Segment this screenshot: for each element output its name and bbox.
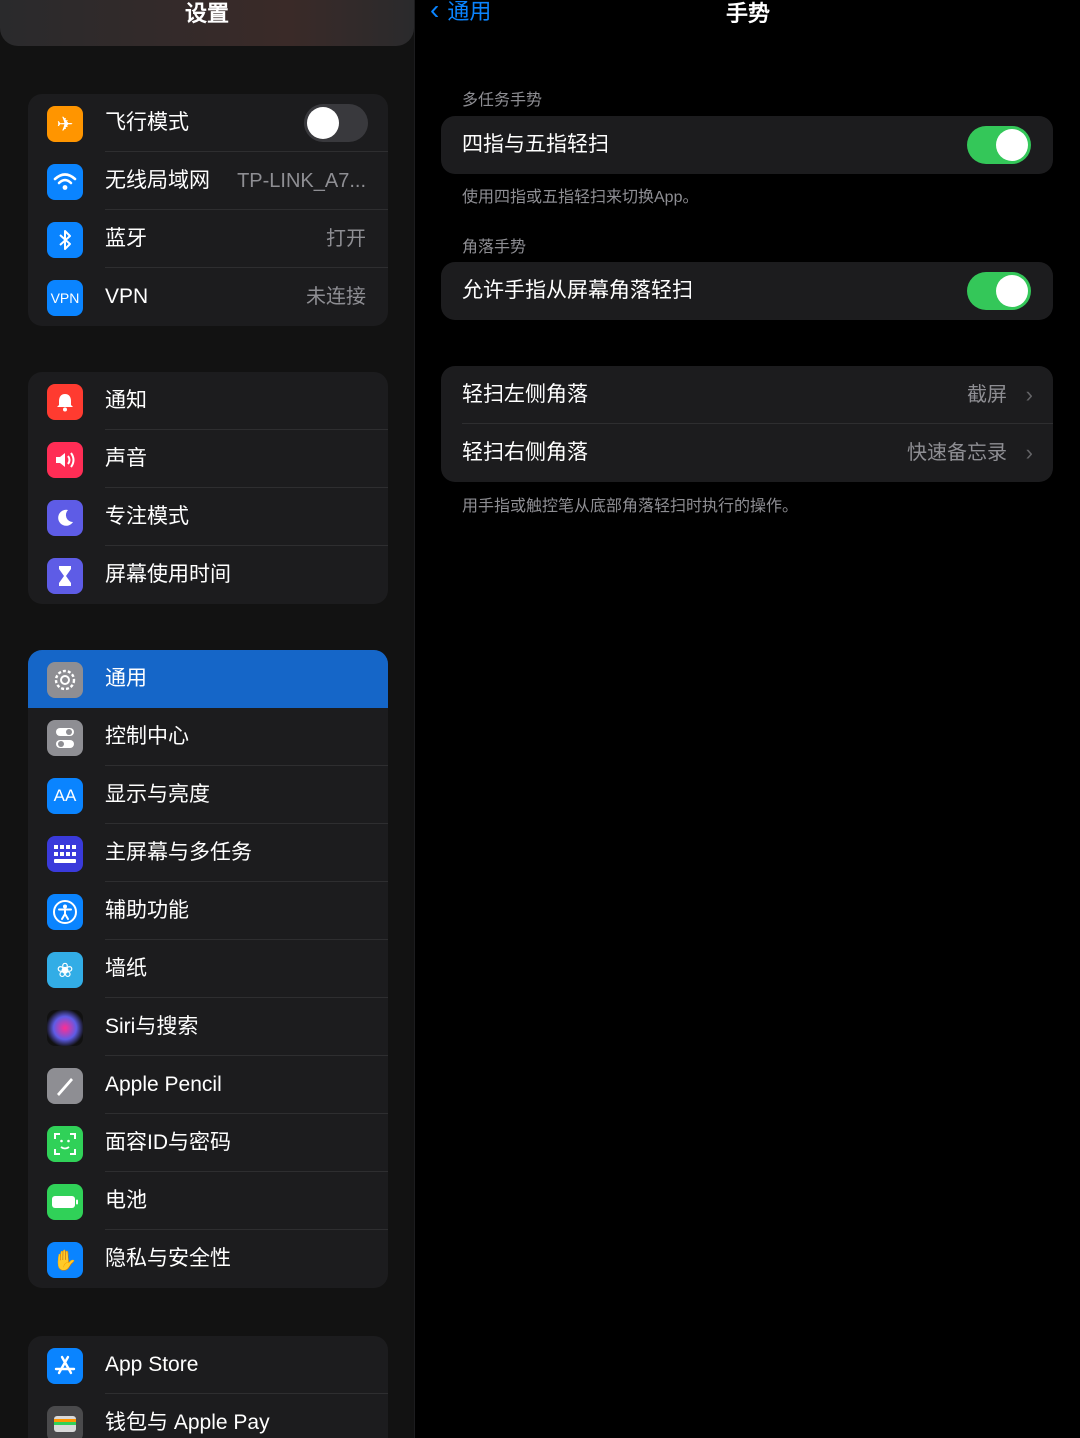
multitasking-gestures-header: 多任务手势 (462, 92, 543, 109)
right-corner-swipe-value: 快速备忘录 (907, 442, 1007, 464)
left-corner-swipe-label: 轻扫左侧角落 (462, 383, 588, 406)
sidebar-item-label: 控制中心 (105, 725, 189, 748)
sidebar-item-label: App Store (105, 1353, 199, 1376)
sidebar-item-label: 显示与亮度 (105, 783, 210, 806)
accessibility-icon (47, 894, 83, 930)
notifications-group: 通知 声音 专注模式 屏幕使用时间 (28, 372, 388, 604)
sidebar-item-label: 无线局域网 (105, 169, 210, 192)
vpn-icon: VPN (47, 280, 83, 316)
corner-gestures-group: 允许手指从屏幕角落轻扫 (441, 262, 1053, 320)
sidebar-item-label: 墙纸 (105, 957, 147, 980)
right-corner-swipe-row[interactable]: 轻扫右侧角落 快速备忘录 › (441, 424, 1053, 482)
sidebar-item-sounds[interactable]: 声音 (28, 430, 388, 488)
store-group: App Store 钱包与 Apple Pay (28, 1336, 388, 1438)
left-corner-swipe-value: 截屏 (967, 384, 1007, 406)
right-corner-swipe-label: 轻扫右侧角落 (462, 441, 588, 464)
sidebar-item-label: 通用 (105, 667, 147, 690)
siri-icon (47, 1010, 83, 1046)
general-group: 通用 控制中心 AA 显示与亮度 主屏幕与多任务 辅助功能 ❀ 墙纸 Siri与… (28, 650, 388, 1288)
settings-sidebar: 设置 ✈ 飞行模式 无线局域网 TP-LINK_A7... 蓝牙 打开 VPN (0, 0, 414, 1438)
corner-actions-group: 轻扫左侧角落 截屏 › 轻扫右侧角落 快速备忘录 › (441, 366, 1053, 482)
four-five-finger-swipe-toggle[interactable] (967, 126, 1031, 164)
sidebar-item-label: 蓝牙 (105, 227, 147, 250)
vpn-status-value: 未连接 (306, 286, 366, 308)
sidebar-item-bluetooth[interactable]: 蓝牙 打开 (28, 210, 388, 268)
allow-corner-swipe-toggle[interactable] (967, 272, 1031, 310)
sidebar-item-apple-pencil[interactable]: Apple Pencil (28, 1056, 388, 1114)
sidebar-item-focus[interactable]: 专注模式 (28, 488, 388, 546)
back-button[interactable]: ‹ 通用 (430, 0, 491, 26)
switches-icon (47, 720, 83, 756)
bluetooth-status-value: 打开 (326, 228, 366, 250)
sidebar-title: 设置 (184, 1, 229, 26)
sidebar-item-label: 隐私与安全性 (105, 1247, 231, 1270)
allow-corner-swipe-row: 允许手指从屏幕角落轻扫 (441, 262, 1053, 320)
sidebar-item-vpn[interactable]: VPN VPN 未连接 (28, 268, 388, 326)
wifi-icon (47, 164, 83, 200)
text-size-icon: AA (47, 778, 83, 814)
sidebar-item-display-brightness[interactable]: AA 显示与亮度 (28, 766, 388, 824)
sidebar-item-face-id-passcode[interactable]: 面容ID与密码 (28, 1114, 388, 1172)
sidebar-item-notifications[interactable]: 通知 (28, 372, 388, 430)
airplane-mode-toggle[interactable] (304, 104, 368, 142)
sidebar-item-privacy-security[interactable]: ✋ 隐私与安全性 (28, 1230, 388, 1288)
sidebar-item-label: 通知 (105, 389, 147, 412)
sidebar-item-airplane-mode[interactable]: ✈ 飞行模式 (28, 94, 388, 152)
chevron-right-icon: › (1025, 440, 1033, 465)
moon-icon (47, 500, 83, 536)
sidebar-item-label: Apple Pencil (105, 1073, 222, 1096)
wallet-icon (47, 1406, 83, 1438)
multitasking-footer: 使用四指或五指轻扫来切换App。 (462, 189, 699, 206)
sidebar-item-label: 屏幕使用时间 (105, 563, 231, 586)
app-store-icon (47, 1348, 83, 1384)
hand-icon: ✋ (47, 1242, 83, 1278)
app-grid-icon (47, 836, 83, 872)
gear-icon (47, 662, 83, 698)
airplane-icon: ✈ (47, 106, 83, 142)
sidebar-item-label: 声音 (105, 447, 147, 470)
allow-corner-swipe-label: 允许手指从屏幕角落轻扫 (462, 279, 693, 302)
sidebar-item-app-store[interactable]: App Store (28, 1336, 388, 1394)
sidebar-item-control-center[interactable]: 控制中心 (28, 708, 388, 766)
face-id-icon (47, 1126, 83, 1162)
notification-bell-icon (47, 384, 83, 420)
sidebar-item-label: 飞行模式 (105, 111, 189, 134)
sidebar-item-label: Siri与搜索 (105, 1015, 199, 1038)
sidebar-item-label: 主屏幕与多任务 (105, 841, 252, 864)
sidebar-item-battery[interactable]: 电池 (28, 1172, 388, 1230)
wifi-network-value: TP-LINK_A7... (237, 170, 366, 192)
corner-gestures-header: 角落手势 (462, 239, 527, 256)
sidebar-item-siri-search[interactable]: Siri与搜索 (28, 998, 388, 1056)
sidebar-item-label: 辅助功能 (105, 899, 189, 922)
bluetooth-icon (47, 222, 83, 258)
sidebar-item-label: 面容ID与密码 (105, 1131, 231, 1154)
sidebar-item-label: VPN (105, 285, 149, 308)
sidebar-item-screen-time[interactable]: 屏幕使用时间 (28, 546, 388, 604)
corner-actions-footer: 用手指或触控笔从底部角落轻扫时执行的操作。 (462, 498, 799, 515)
sidebar-item-label: 专注模式 (105, 505, 189, 528)
four-five-finger-swipe-label: 四指与五指轻扫 (462, 133, 609, 156)
connectivity-group: ✈ 飞行模式 无线局域网 TP-LINK_A7... 蓝牙 打开 VPN VPN… (28, 94, 388, 326)
left-corner-swipe-row[interactable]: 轻扫左侧角落 截屏 › (441, 366, 1053, 424)
flower-icon: ❀ (47, 952, 83, 988)
chevron-right-icon: › (1025, 382, 1033, 407)
hourglass-icon (47, 558, 83, 594)
back-button-label: 通用 (447, 0, 492, 24)
sidebar-item-accessibility[interactable]: 辅助功能 (28, 882, 388, 940)
battery-icon (47, 1184, 83, 1220)
sidebar-item-wallet-apple-pay[interactable]: 钱包与 Apple Pay (28, 1394, 388, 1438)
sidebar-item-general[interactable]: 通用 (28, 650, 388, 708)
sidebar-item-wifi[interactable]: 无线局域网 TP-LINK_A7... (28, 152, 388, 210)
page-title: 手势 (725, 1, 770, 26)
split-divider (414, 0, 415, 1438)
sidebar-item-home-screen-multitasking[interactable]: 主屏幕与多任务 (28, 824, 388, 882)
sidebar-item-label: 钱包与 Apple Pay (105, 1411, 270, 1434)
multitasking-gestures-group: 四指与五指轻扫 (441, 116, 1053, 174)
chevron-left-icon: ‹ (430, 0, 440, 25)
speaker-icon (47, 442, 83, 478)
four-five-finger-swipe-row: 四指与五指轻扫 (441, 116, 1053, 174)
sidebar-item-label: 电池 (105, 1189, 147, 1212)
pencil-icon (47, 1068, 83, 1104)
sidebar-item-wallpaper[interactable]: ❀ 墙纸 (28, 940, 388, 998)
